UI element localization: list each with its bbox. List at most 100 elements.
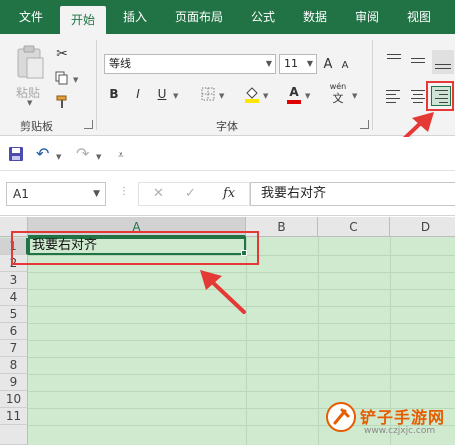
format-painter-button[interactable] (52, 92, 72, 112)
borders-icon (201, 87, 215, 101)
font-name-combo[interactable]: 等线 ▼ (104, 54, 276, 74)
chevron-down-icon[interactable]: ▼ (352, 92, 357, 100)
dialog-launcher-icon[interactable] (84, 120, 93, 129)
grow-font-icon: A (323, 57, 333, 72)
bold-icon: B (109, 87, 119, 101)
row-header-12[interactable] (0, 425, 28, 445)
font-color-button[interactable]: A (284, 84, 304, 104)
chevron-down-icon[interactable]: ▼ (219, 92, 224, 100)
column-header-d[interactable]: D (390, 217, 455, 237)
customize-toolbar-icon[interactable]: ⩡ (118, 147, 124, 165)
align-bottom-button[interactable] (432, 50, 454, 74)
shrink-font-button[interactable]: A (337, 54, 353, 74)
quick-access-toolbar: ↶ ▼ ↷ ▼ ⩡ (0, 137, 455, 171)
font-size-combo[interactable]: 11 ▼ (279, 54, 317, 74)
row-header-1[interactable]: 1 (0, 238, 28, 255)
column-header-a[interactable]: A (28, 217, 246, 237)
row-header-11[interactable]: 11 (0, 408, 28, 425)
select-all-corner[interactable] (0, 217, 28, 237)
watermark-title: 铲子手游网 (360, 408, 446, 427)
chevron-down-icon[interactable]: ▼ (73, 76, 78, 84)
cell-a1[interactable]: 我要右对齐 (28, 237, 246, 255)
clipboard-group-label: 剪贴板 (20, 120, 53, 133)
paste-button[interactable]: 粘贴 ▼ (12, 44, 48, 107)
shrink-font-icon: A (341, 60, 349, 71)
column-header-c[interactable]: C (318, 217, 390, 237)
name-box[interactable]: A1 ▼ (6, 182, 106, 206)
row-header-3[interactable]: 3 (0, 272, 28, 289)
watermark-logo-icon (326, 402, 356, 432)
clipboard-paste-icon (17, 45, 44, 79)
tab-review[interactable]: 审阅 (344, 0, 390, 34)
copy-icon (55, 71, 68, 85)
gridline (318, 237, 319, 445)
row-header-2[interactable]: 2 (0, 255, 28, 272)
phonetic-pinyin: wén (329, 82, 347, 91)
underline-button[interactable]: U (152, 84, 172, 104)
chevron-down-icon[interactable]: ▼ (305, 92, 310, 100)
align-center-button[interactable] (408, 86, 428, 106)
copy-button[interactable] (52, 68, 72, 88)
resize-handle-icon[interactable]: ⋮ (119, 186, 129, 197)
formula-input[interactable]: 我要右对齐 (250, 182, 455, 206)
tab-home[interactable]: 开始 (60, 6, 106, 34)
underline-icon: U (157, 87, 167, 101)
name-box-value: A1 (13, 187, 29, 201)
row-header-4[interactable]: 4 (0, 289, 28, 306)
paintbrush-icon (56, 95, 67, 108)
annotation-arrow-icon (200, 270, 246, 314)
grow-font-button[interactable]: A (320, 54, 336, 74)
chevron-down-icon[interactable]: ▼ (173, 92, 178, 100)
tab-page-layout[interactable]: 页面布局 (164, 0, 234, 34)
row-header-7[interactable]: 7 (0, 340, 28, 357)
chevron-down-icon: ▼ (265, 59, 272, 68)
row-header-6[interactable]: 6 (0, 323, 28, 340)
align-left-button[interactable] (384, 86, 404, 106)
enter-icon[interactable]: ✓ (185, 186, 196, 201)
chevron-down-icon: ▼ (93, 189, 100, 199)
column-header-b[interactable]: B (246, 217, 318, 237)
chevron-down-icon: ▼ (306, 59, 313, 68)
chevron-down-icon[interactable]: ▼ (56, 153, 61, 161)
phonetic-char: 文 (332, 92, 344, 105)
row-header-8[interactable]: 8 (0, 357, 28, 374)
italic-icon: I (136, 87, 140, 101)
dialog-launcher-icon[interactable] (360, 120, 369, 129)
chevron-down-icon[interactable]: ▼ (263, 92, 268, 100)
paint-bucket-icon (245, 87, 259, 103)
tab-data[interactable]: 数据 (292, 0, 338, 34)
font-color-swatch (287, 100, 301, 104)
tab-file[interactable]: 文件 (8, 0, 54, 34)
align-right-button[interactable] (431, 86, 451, 106)
font-color-icon: A (289, 85, 299, 99)
font-name-value: 等线 (109, 57, 131, 70)
undo-icon[interactable]: ↶ (36, 145, 49, 163)
font-group-label: 字体 (216, 120, 238, 133)
tab-insert[interactable]: 插入 (112, 0, 158, 34)
cancel-icon[interactable]: ✕ (153, 186, 164, 201)
formula-bar: A1 ▼ ⋮ ✕ ✓ fx 我要右对齐 (0, 172, 455, 216)
cut-button[interactable]: ✂ (52, 44, 72, 64)
align-middle-button[interactable] (408, 50, 428, 70)
group-divider (96, 40, 97, 130)
insert-function-button[interactable]: fx (223, 186, 235, 201)
ribbon-tab-bar: 文件 开始 插入 页面布局 公式 数据 审阅 视图 (0, 0, 455, 34)
phonetic-guide-button[interactable]: wén 文 (326, 82, 350, 106)
chevron-down-icon: ▼ (27, 99, 33, 107)
bold-button[interactable]: B (104, 84, 124, 104)
tab-view[interactable]: 视图 (396, 0, 442, 34)
italic-button[interactable]: I (128, 84, 148, 104)
row-header-5[interactable]: 5 (0, 306, 28, 323)
borders-button[interactable] (198, 84, 218, 104)
align-top-button[interactable] (384, 50, 404, 70)
watermark-url: www.czjxjc.com (364, 426, 436, 436)
row-header-10[interactable]: 10 (0, 391, 28, 408)
chevron-down-icon[interactable]: ▼ (96, 153, 101, 161)
save-icon[interactable] (8, 146, 24, 162)
row-header-9[interactable]: 9 (0, 374, 28, 391)
tab-formulas[interactable]: 公式 (240, 0, 286, 34)
scissors-icon: ✂ (56, 46, 68, 62)
fill-handle[interactable] (241, 250, 247, 256)
redo-icon[interactable]: ↷ (76, 145, 89, 163)
fill-color-button[interactable] (242, 84, 262, 104)
